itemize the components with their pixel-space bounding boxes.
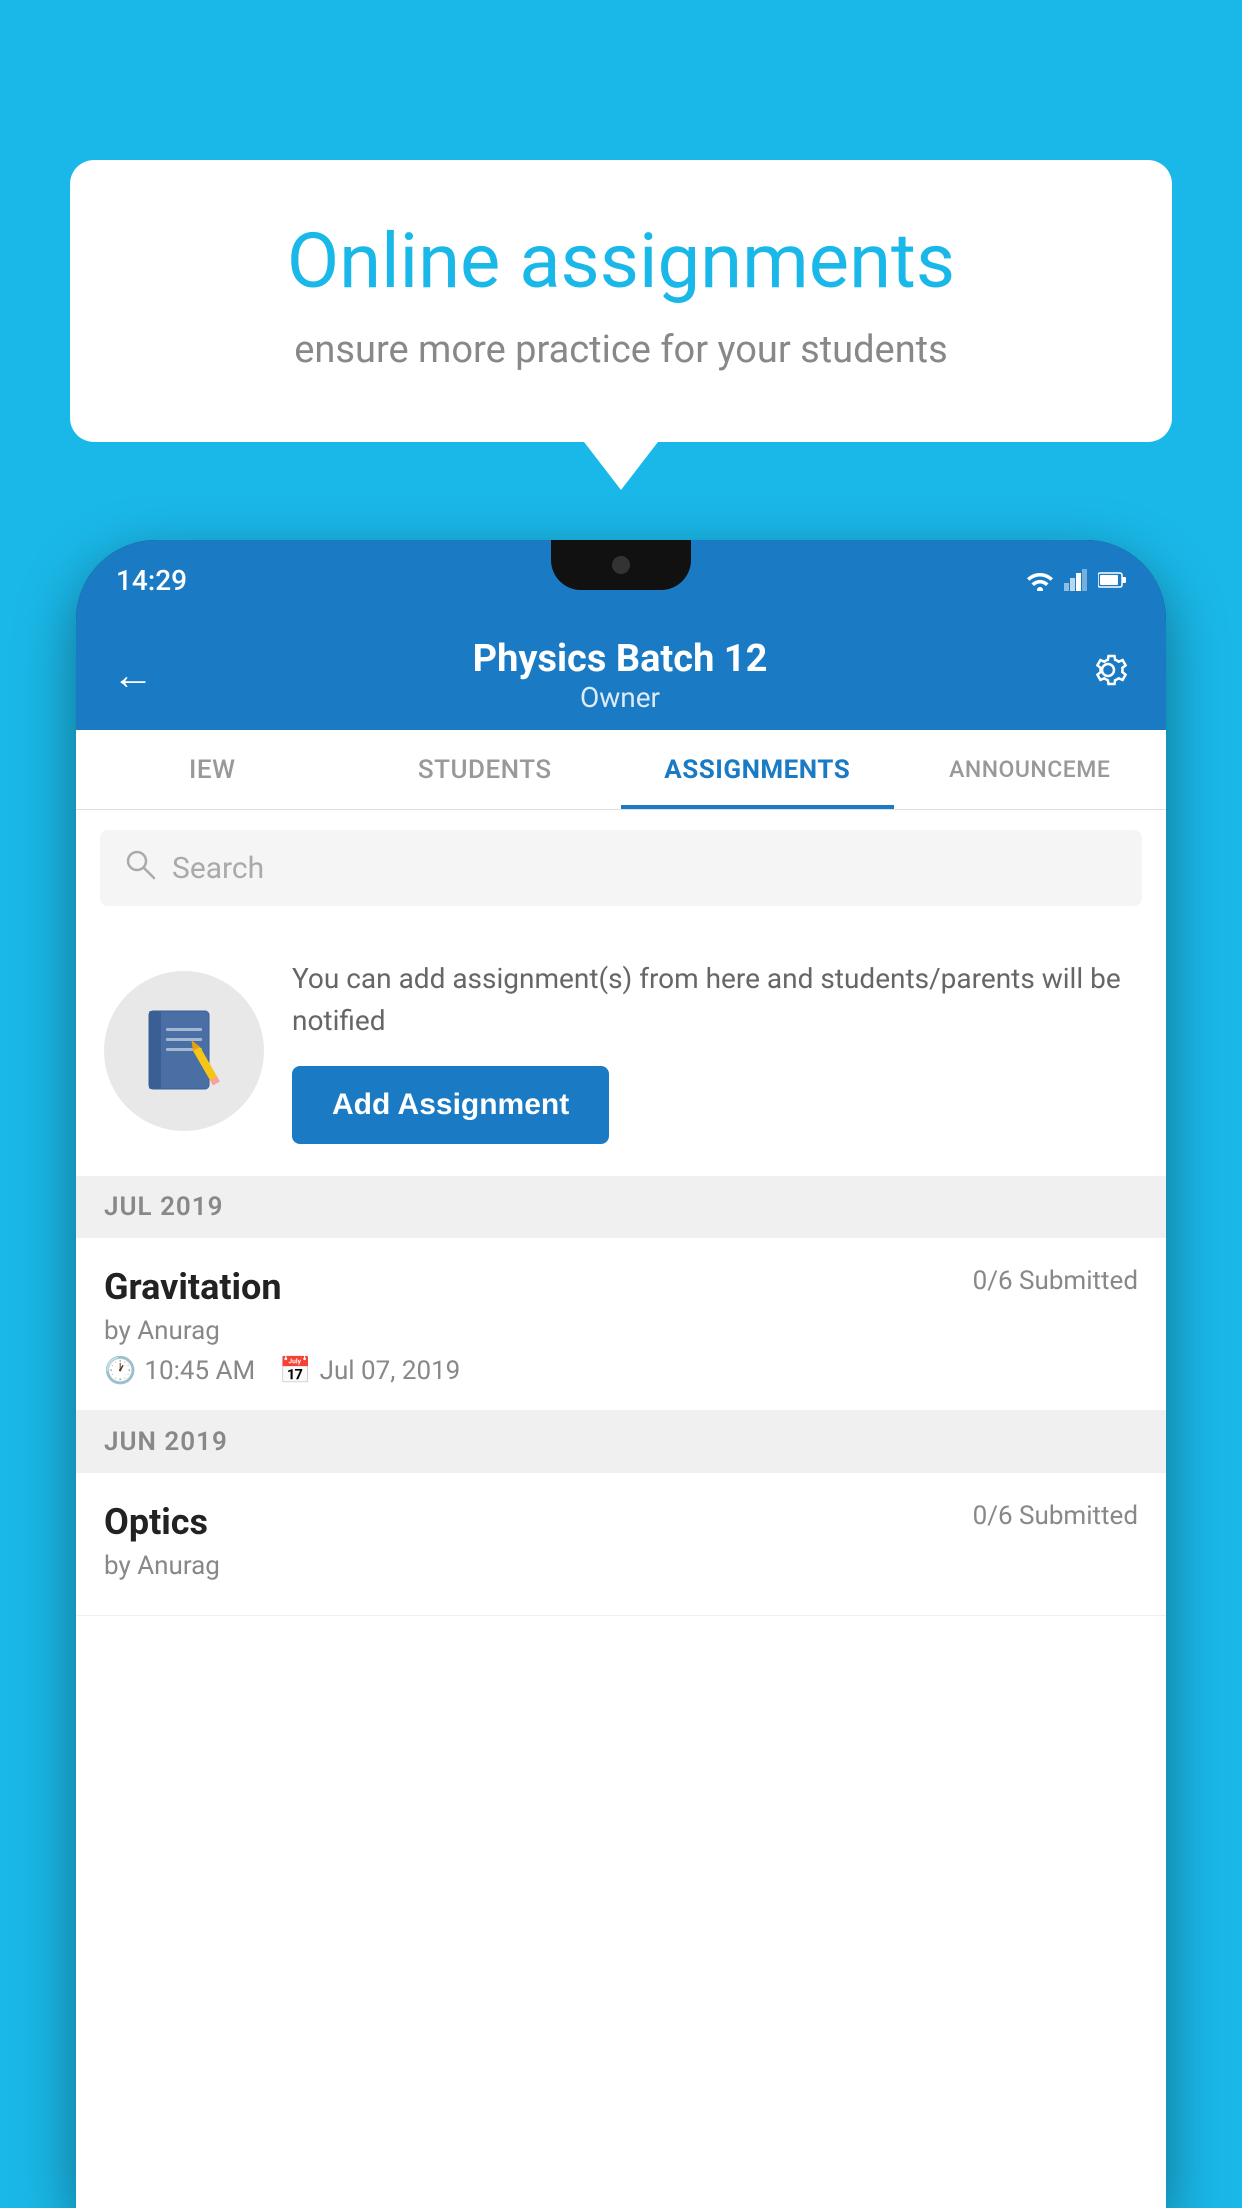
speech-bubble: Online assignments ensure more practice … (70, 160, 1172, 442)
app-header: ← Physics Batch 12 Owner (76, 620, 1166, 730)
notch (551, 540, 691, 590)
header-center: Physics Batch 12 Owner (154, 637, 1086, 714)
datetime-time: 🕐 10:45 AM (104, 1356, 255, 1386)
signal-icon (1064, 569, 1088, 591)
clock-icon: 🕐 (104, 1356, 136, 1386)
assignment-by: by Anurag (104, 1316, 1138, 1346)
tab-iew[interactable]: IEW (76, 730, 349, 809)
back-button[interactable]: ← (112, 651, 154, 700)
bubble-title: Online assignments (150, 220, 1092, 304)
assignment-datetime: 🕐 10:45 AM 📅 Jul 07, 2019 (104, 1356, 1138, 1386)
tab-announcements[interactable]: ANNOUNCEME (894, 730, 1167, 809)
phone-frame: 14:29 ← Physi (76, 540, 1166, 2208)
add-assignment-section: You can add assignment(s) from here and … (76, 926, 1166, 1176)
calendar-icon: 📅 (279, 1356, 311, 1386)
assignment-name: Gravitation (104, 1266, 282, 1308)
date-value: Jul 07, 2019 (320, 1356, 461, 1386)
add-assignment-desc: You can add assignment(s) from here and … (292, 958, 1138, 1042)
assignment-item-header: Gravitation 0/6 Submitted (104, 1266, 1138, 1308)
header-subtitle: Owner (154, 681, 1086, 714)
search-placeholder: Search (172, 851, 264, 886)
search-bar[interactable]: Search (100, 830, 1142, 906)
search-icon (124, 848, 156, 888)
status-time: 14:29 (116, 564, 187, 597)
assignment-submitted: 0/6 Submitted (973, 1266, 1138, 1296)
wifi-icon (1026, 569, 1054, 591)
bubble-subtitle: ensure more practice for your students (150, 328, 1092, 372)
search-container: Search (76, 810, 1166, 926)
section-divider-jun: JUN 2019 (76, 1411, 1166, 1473)
add-assignment-button[interactable]: Add Assignment (292, 1066, 609, 1144)
assignment-submitted-optics: 0/6 Submitted (973, 1501, 1138, 1531)
time-value: 10:45 AM (144, 1356, 255, 1386)
settings-icon[interactable] (1086, 648, 1130, 703)
status-bar: 14:29 (76, 540, 1166, 620)
notebook-icon (144, 1006, 224, 1096)
datetime-date: 📅 Jul 07, 2019 (279, 1356, 460, 1386)
assignment-name-optics: Optics (104, 1501, 208, 1543)
tab-assignments[interactable]: ASSIGNMENTS (621, 730, 894, 809)
section-divider-jul: JUL 2019 (76, 1176, 1166, 1238)
camera-dot (612, 556, 630, 574)
assignment-by-optics: by Anurag (104, 1551, 1138, 1581)
assignment-item-header-optics: Optics 0/6 Submitted (104, 1501, 1138, 1543)
battery-icon (1098, 572, 1126, 588)
status-icons (1026, 569, 1126, 591)
assignment-item-optics[interactable]: Optics 0/6 Submitted by Anurag (76, 1473, 1166, 1616)
assignment-icon-circle (104, 971, 264, 1131)
header-title: Physics Batch 12 (154, 637, 1086, 681)
speech-bubble-container: Online assignments ensure more practice … (70, 160, 1172, 442)
content-area: Search (76, 810, 1166, 2208)
tabs-bar: IEW STUDENTS ASSIGNMENTS ANNOUNCEME (76, 730, 1166, 810)
add-assignment-right: You can add assignment(s) from here and … (292, 958, 1138, 1144)
tab-students[interactable]: STUDENTS (349, 730, 622, 809)
assignment-item-gravitation[interactable]: Gravitation 0/6 Submitted by Anurag 🕐 10… (76, 1238, 1166, 1411)
